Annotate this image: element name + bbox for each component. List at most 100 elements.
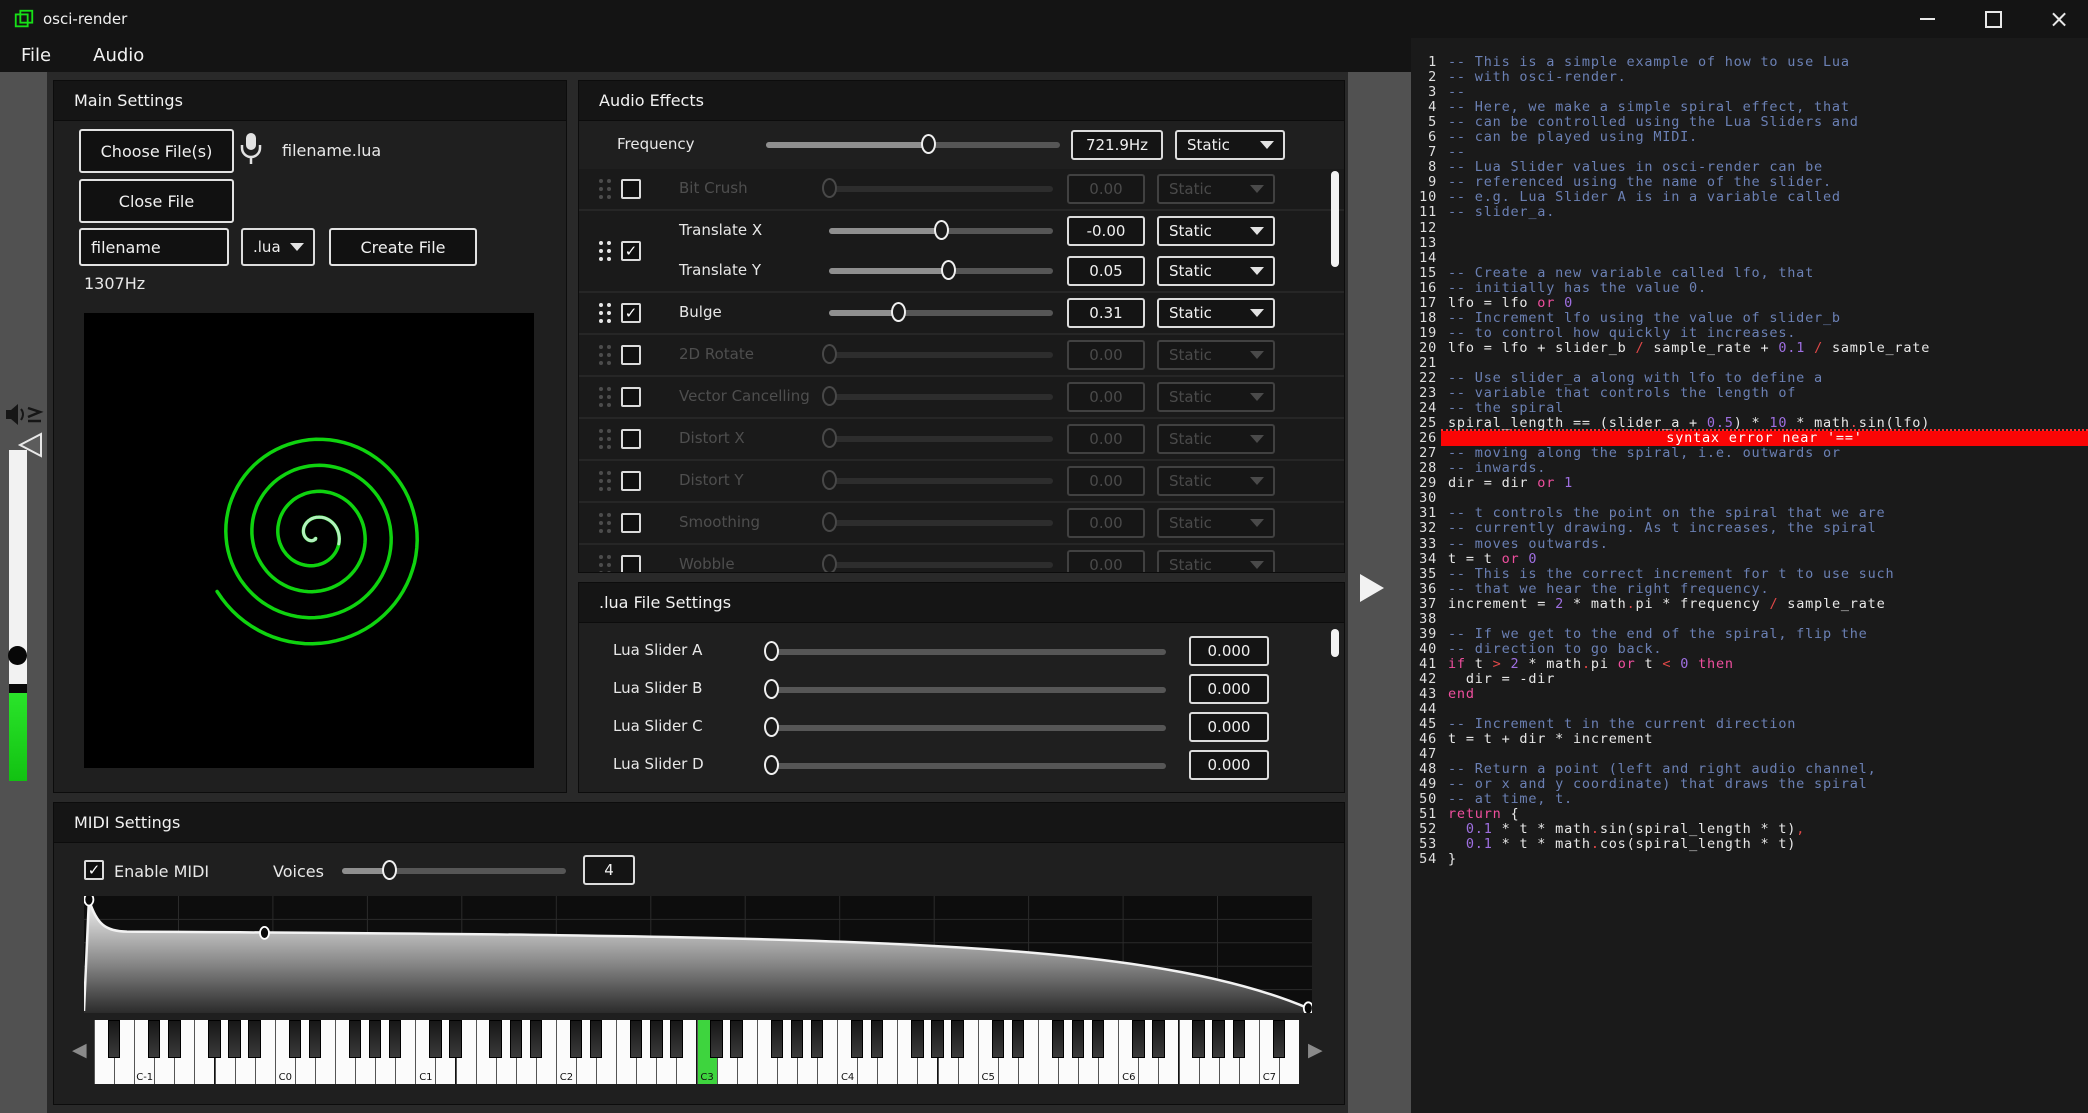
code-line[interactable]: 29dir = dir or 1 [1411,476,2088,491]
piano-key-black[interactable] [389,1020,401,1058]
piano-key-black[interactable] [248,1020,260,1058]
piano-key-black[interactable] [1233,1020,1245,1058]
code-line[interactable]: 45-- Increment t in the current directio… [1411,717,2088,732]
lua-scrollbar[interactable] [1331,629,1339,657]
piano-key-black[interactable] [951,1020,963,1058]
code-line[interactable]: 20lfo = lfo + slider_b / sample_rate + 0… [1411,341,2088,356]
code-line[interactable]: 28-- inwards. [1411,461,2088,476]
effect-mode-dropdown[interactable]: Static [1157,508,1275,538]
effect-slider[interactable] [829,436,1053,442]
code-line[interactable]: 7-- [1411,145,2088,160]
code-line[interactable]: 9-- referenced using the name of the sli… [1411,175,2088,190]
effect-checkbox[interactable] [621,429,641,449]
effect-slider[interactable] [829,562,1053,568]
keyboard-scroll-left-icon[interactable]: ◀ [72,1039,87,1061]
piano-key-black[interactable] [309,1020,321,1058]
piano-key-black[interactable] [570,1020,582,1058]
effect-mode-dropdown[interactable]: Static [1157,550,1275,573]
frequency-value[interactable]: 721.9Hz [1071,130,1163,160]
code-line[interactable]: 38 [1411,612,2088,627]
piano-key-black[interactable] [530,1020,542,1058]
code-line[interactable]: 8-- Lua Slider values in osci-render can… [1411,160,2088,175]
piano-key-black[interactable] [449,1020,461,1058]
code-line[interactable]: 12 [1411,221,2088,236]
effect-mode-dropdown[interactable]: Static [1157,424,1275,454]
code-line[interactable]: 2-- with osci-render. [1411,70,2088,85]
lua-slider-value[interactable]: 0.000 [1189,712,1269,742]
volume-thumb[interactable] [8,646,27,665]
code-line[interactable]: 32-- currently drawing. As t increases, … [1411,521,2088,536]
effect-mode-dropdown[interactable]: Static [1157,382,1275,412]
close-file-button[interactable]: Close File [79,179,234,223]
effect-value[interactable]: 0.00 [1067,424,1145,454]
piano-key-black[interactable] [1273,1020,1285,1058]
menu-file[interactable]: File [21,45,51,66]
effect-slider-thumb[interactable] [891,302,906,322]
code-line[interactable]: 14 [1411,251,2088,266]
effect-slider-thumb[interactable] [822,178,837,198]
drag-handle-icon[interactable] [599,303,611,323]
piano-key-black[interactable] [168,1020,180,1058]
play-triangle-icon[interactable] [1360,574,1384,602]
drag-handle-icon[interactable] [599,555,611,573]
effect-slider-thumb[interactable] [822,386,837,406]
effect-slider[interactable] [829,228,1053,234]
extension-dropdown[interactable]: .lua [241,228,315,266]
effect-value[interactable]: 0.00 [1067,550,1145,573]
code-line[interactable]: 16-- initially has the value 0. [1411,281,2088,296]
adsr-envelope-graph[interactable] [84,896,1312,1013]
code-line[interactable]: 17lfo = lfo or 0 [1411,296,2088,311]
code-line[interactable]: 35-- This is the correct increment for t… [1411,567,2088,582]
effect-checkbox[interactable]: ✓ [621,303,641,323]
piano-key-black[interactable] [289,1020,301,1058]
effect-mode-dropdown[interactable]: Static [1157,174,1275,204]
frequency-slider-thumb[interactable] [921,134,936,154]
effect-mode-dropdown[interactable]: Static [1157,298,1275,328]
effect-slider-thumb[interactable] [934,220,949,240]
code-line[interactable]: 50-- at time, t. [1411,792,2088,807]
lua-slider-thumb[interactable] [764,717,779,737]
piano-key-black[interactable] [1152,1020,1164,1058]
code-line[interactable]: 36-- that we hear the right frequency. [1411,582,2088,597]
code-line[interactable]: 24-- the spiral [1411,401,2088,416]
piano-key-black[interactable] [1092,1020,1104,1058]
piano-key-black[interactable] [510,1020,522,1058]
piano-key-black[interactable] [489,1020,501,1058]
effect-slider-thumb[interactable] [822,428,837,448]
code-line[interactable]: 51return { [1411,807,2088,822]
code-line[interactable]: 15-- Create a new variable called lfo, t… [1411,266,2088,281]
piano-key-black[interactable] [911,1020,923,1058]
effect-slider[interactable] [829,520,1053,526]
drag-handle-icon[interactable] [599,513,611,533]
drag-handle-icon[interactable] [599,471,611,491]
code-line[interactable]: 41if t > 2 * math.pi or t < 0 then [1411,657,2088,672]
piano-key-black[interactable] [429,1020,441,1058]
piano-key-black[interactable] [710,1020,722,1058]
envelope-control-point[interactable] [1304,1002,1312,1013]
code-line[interactable]: 5-- can be controlled using the Lua Slid… [1411,115,2088,130]
effect-checkbox[interactable]: ✓ [621,241,641,261]
effect-checkbox[interactable] [621,513,641,533]
effect-checkbox[interactable] [621,555,641,573]
piano-key-black[interactable] [1132,1020,1144,1058]
code-line[interactable]: 18-- Increment lfo using the value of sl… [1411,311,2088,326]
effect-mode-dropdown[interactable]: Static [1157,256,1275,286]
effect-slider-thumb[interactable] [822,554,837,573]
code-line[interactable]: 53 0.1 * t * math.cos(spiral_length * t) [1411,837,2088,852]
lua-slider-thumb[interactable] [764,755,779,775]
piano-key-black[interactable] [992,1020,1004,1058]
minimize-button[interactable] [1912,4,1942,34]
effects-scrollbar[interactable] [1331,171,1339,267]
code-line[interactable]: 52 0.1 * t * math.sin(spiral_length * t)… [1411,822,2088,837]
piano-key-black[interactable] [1212,1020,1224,1058]
piano-key-black[interactable] [148,1020,160,1058]
effect-checkbox[interactable] [621,471,641,491]
effect-value[interactable]: 0.00 [1067,466,1145,496]
piano-key-black[interactable] [1052,1020,1064,1058]
lua-slider-thumb[interactable] [764,679,779,699]
lua-slider[interactable] [771,687,1166,693]
piano-key-black[interactable] [811,1020,823,1058]
piano-key-black[interactable] [730,1020,742,1058]
piano-key-black[interactable] [670,1020,682,1058]
code-line[interactable]: 34t = t or 0 [1411,552,2088,567]
